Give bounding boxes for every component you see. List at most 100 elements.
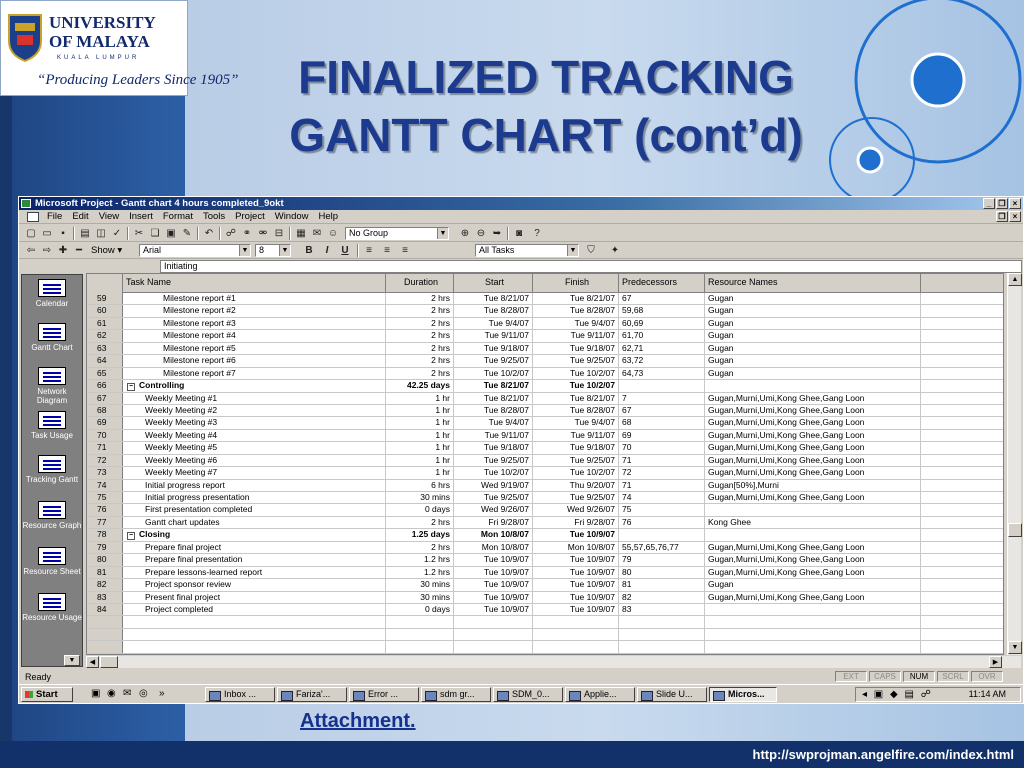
scroll-left-icon[interactable]: ◀ (86, 656, 99, 668)
close-button[interactable]: × (1009, 198, 1021, 209)
table-row[interactable]: 70 Weekly Meeting #4 1 hr Tue 9/11/07 Tue 9/… (87, 429, 1003, 443)
cell-id[interactable]: 68 (87, 404, 123, 417)
cell-res[interactable] (705, 529, 921, 541)
cell-pred[interactable] (619, 380, 705, 392)
link-tasks-icon[interactable]: ⚭ (241, 228, 253, 239)
menu-project[interactable]: Project (235, 211, 265, 223)
cell-finish[interactable]: Tue 10/9/07 (533, 566, 619, 579)
cell-pred[interactable]: 75 (619, 504, 705, 516)
cell-duration[interactable]: 42.25 days (386, 380, 454, 392)
cell-pred[interactable]: 62,71 (619, 342, 705, 355)
empty-cell[interactable] (619, 653, 705, 654)
cell-duration[interactable]: 2 hrs (386, 367, 454, 380)
cell-start[interactable]: Tue 8/21/07 (454, 380, 533, 392)
cell-start[interactable]: Tue 9/4/07 (454, 317, 533, 330)
cell-duration[interactable]: 30 mins (386, 591, 454, 603)
table-row[interactable]: 64 Milestone report #6 2 hrs Tue 9/25/07 Tue… (87, 355, 1003, 368)
cell-duration[interactable]: 1.2 hrs (386, 554, 454, 566)
restore-button[interactable]: ❐ (996, 198, 1008, 209)
cell-duration[interactable]: 2 hrs (386, 293, 454, 305)
cell-res[interactable]: Gugan,Murni,Umi,Kong Ghee,Gang Loon (705, 467, 921, 479)
more-quicklaunch-icon[interactable]: » (159, 688, 165, 700)
empty-cell[interactable] (533, 616, 619, 628)
cell-finish[interactable]: Tue 10/2/07 (533, 367, 619, 380)
cell-start[interactable]: Mon 10/8/07 (454, 529, 533, 541)
cell-name[interactable]: Milestone report #6 (123, 355, 386, 367)
table-row[interactable]: 76 First presentation completed 0 days Wed … (87, 504, 1003, 517)
cell-pred[interactable]: 64,73 (619, 367, 705, 380)
cell-id[interactable]: 67 (87, 392, 123, 404)
menu-file[interactable]: File (47, 211, 62, 223)
copy-icon[interactable]: ❏ (149, 228, 161, 239)
cell-res[interactable] (705, 504, 921, 516)
cell-duration[interactable]: 6 hrs (386, 479, 454, 491)
align-right-icon[interactable]: ≡ (399, 245, 411, 256)
cell-id[interactable]: 72 (87, 454, 123, 467)
cell-pred[interactable]: 81 (619, 579, 705, 591)
collapse-icon[interactable]: − (127, 383, 135, 392)
table-row[interactable]: 69 Weekly Meeting #3 1 hr Tue 9/4/07 Tue 9/4… (87, 417, 1003, 430)
scroll-down-icon[interactable]: ▼ (1008, 641, 1022, 654)
cell-finish[interactable]: Tue 9/18/07 (533, 342, 619, 355)
cell-start[interactable]: Tue 8/28/07 (454, 404, 533, 417)
empty-cell[interactable] (454, 628, 533, 641)
cell-finish[interactable]: Tue 8/21/07 (533, 392, 619, 404)
empty-cell[interactable] (705, 616, 921, 628)
empty-cell[interactable] (921, 629, 1003, 640)
view-calendar[interactable]: Calendar (22, 279, 82, 308)
empty-cell[interactable] (123, 616, 386, 628)
cell-duration[interactable]: 2 hrs (386, 317, 454, 330)
cell-start[interactable]: Wed 9/19/07 (454, 479, 533, 491)
table-row[interactable]: 73 Weekly Meeting #7 1 hr Tue 10/2/07 Tue 10… (87, 467, 1003, 480)
cell-finish[interactable]: Tue 9/11/07 (533, 429, 619, 442)
cell-res[interactable]: Gugan (705, 579, 921, 591)
cell-id[interactable]: 81 (87, 566, 123, 579)
cell-pred[interactable]: 79 (619, 554, 705, 566)
cell-res[interactable] (705, 603, 921, 616)
save-icon[interactable]: ▪ (57, 228, 69, 239)
empty-cell[interactable] (533, 653, 619, 654)
cell-pred[interactable]: 67 (619, 293, 705, 305)
footer-url[interactable]: http://swprojman.angelfire.com/index.htm… (753, 747, 1014, 762)
cell-pred[interactable]: 59,68 (619, 305, 705, 317)
cell-id[interactable]: 59 (87, 293, 123, 305)
cell-id[interactable]: 69 (87, 417, 123, 429)
show-subtasks-icon[interactable]: ✚ (57, 245, 69, 256)
outlook-icon[interactable]: ✉ (123, 688, 131, 700)
cell-id[interactable]: 77 (87, 516, 123, 529)
paste-icon[interactable]: ▣ (165, 228, 177, 239)
cell-res[interactable]: Gugan,Murni,Umi,Kong Ghee,Gang Loon (705, 442, 921, 454)
cell-pred[interactable]: 83 (619, 603, 705, 616)
assign-resources-icon[interactable]: ☺ (327, 228, 339, 239)
align-left-icon[interactable]: ≡ (363, 245, 375, 256)
format-painter-icon[interactable]: ✎ (181, 228, 193, 239)
cell-name[interactable]: Project completed (123, 603, 386, 616)
cell-name[interactable]: Present final project (123, 591, 386, 603)
gantt-chart-wizard-icon[interactable]: ✦ (609, 245, 621, 256)
go-to-selected-task-icon[interactable]: ➥ (491, 228, 503, 239)
empty-cell[interactable] (123, 641, 386, 653)
cell-res[interactable]: Gugan,Murni,Umi,Kong Ghee,Gang Loon (705, 429, 921, 442)
cell-finish[interactable]: Tue 10/2/07 (533, 467, 619, 479)
empty-cell[interactable] (705, 641, 921, 653)
menu-view[interactable]: View (99, 211, 119, 223)
table-row[interactable]: 65 Milestone report #7 2 hrs Tue 10/2/07 Tue… (87, 367, 1003, 381)
cell-start[interactable]: Tue 9/4/07 (454, 417, 533, 429)
cell-id[interactable]: 82 (87, 579, 123, 591)
empty-cell[interactable] (454, 616, 533, 628)
cell-res[interactable]: Kong Ghee (705, 516, 921, 529)
cell-start[interactable]: Tue 10/9/07 (454, 554, 533, 566)
empty-cell[interactable] (386, 641, 454, 653)
empty-row[interactable] (87, 653, 1003, 654)
cell-start[interactable]: Tue 9/25/07 (454, 454, 533, 467)
cell-start[interactable]: Tue 9/18/07 (454, 342, 533, 355)
menu-help[interactable]: Help (319, 211, 339, 223)
table-row[interactable]: 61 Milestone report #3 2 hrs Tue 9/4/07 Tue … (87, 317, 1003, 331)
cell-finish[interactable]: Tue 9/18/07 (533, 442, 619, 454)
cell-pred[interactable]: 72 (619, 467, 705, 479)
print-icon[interactable]: ▤ (79, 228, 91, 239)
summary-task-row[interactable]: 78− Closing 1.25 days Mon 10/8/07 Tue 10/9/0… (87, 529, 1003, 542)
cell-name[interactable]: Weekly Meeting #2 (123, 404, 386, 417)
cell-duration[interactable]: 2 hrs (386, 330, 454, 342)
cell-pred[interactable]: 74 (619, 492, 705, 504)
